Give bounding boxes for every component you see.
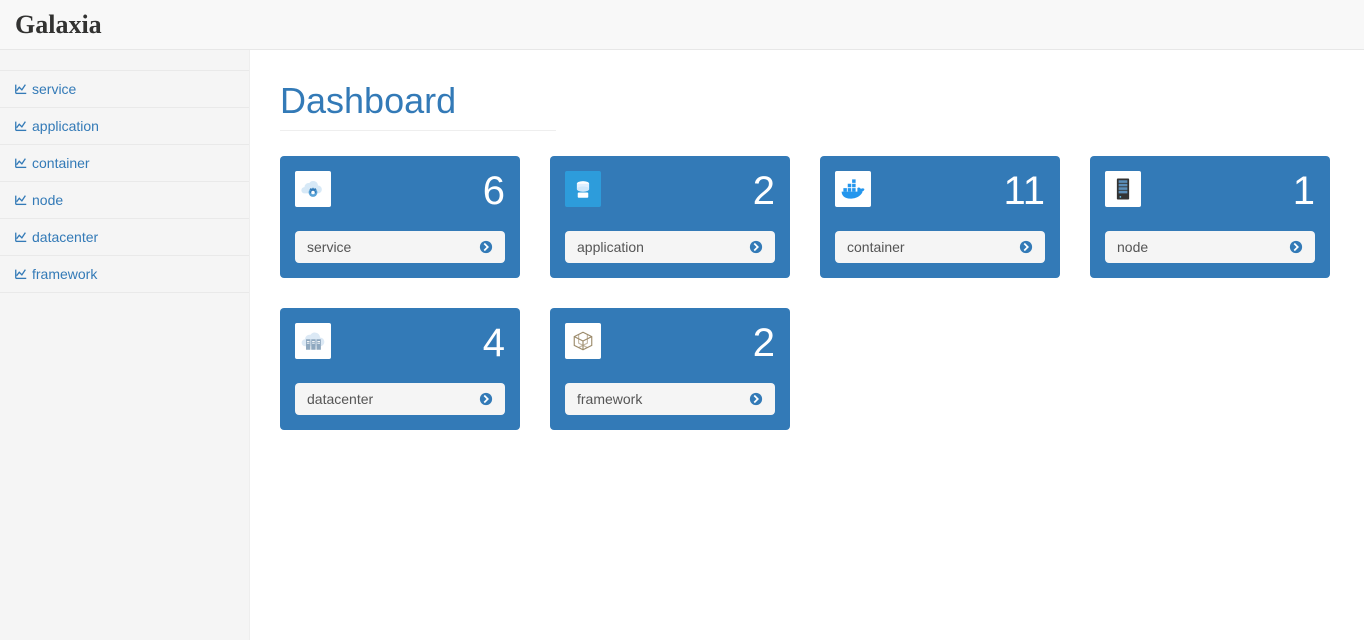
gear-cloud-icon <box>295 171 331 207</box>
card-framework: 2 framework <box>550 308 790 430</box>
arrow-circle-right-icon <box>1019 240 1033 254</box>
page-title: Dashboard <box>280 80 556 131</box>
card-value: 6 <box>483 171 505 211</box>
sidebar-item-container[interactable]: container <box>0 145 249 181</box>
sidebar: service application container <box>0 50 250 640</box>
card-container: 11 container <box>820 156 1060 278</box>
card-node: 1 node <box>1090 156 1330 278</box>
card-value: 1 <box>1293 171 1315 211</box>
card-value: 11 <box>1003 171 1045 211</box>
sidebar-item-label: framework <box>32 266 97 282</box>
line-chart-icon <box>14 119 28 133</box>
arrow-circle-right-icon <box>479 392 493 406</box>
server-icon <box>1105 171 1141 207</box>
arrow-circle-right-icon <box>1289 240 1303 254</box>
container-icon <box>835 171 871 207</box>
top-navbar: Galaxia <box>0 0 1364 50</box>
sidebar-item-label: datacenter <box>32 229 98 245</box>
sidebar-item-framework[interactable]: framework <box>0 256 249 292</box>
brand-title: Galaxia <box>15 10 102 40</box>
card-value: 4 <box>483 323 505 363</box>
card-footer-link[interactable]: application <box>565 231 775 263</box>
line-chart-icon <box>14 193 28 207</box>
line-chart-icon <box>14 156 28 170</box>
arrow-circle-right-icon <box>749 392 763 406</box>
card-footer-link[interactable]: container <box>835 231 1045 263</box>
card-footer-link[interactable]: node <box>1105 231 1315 263</box>
card-label: datacenter <box>307 391 373 407</box>
card-label: node <box>1117 239 1148 255</box>
app-icon <box>565 171 601 207</box>
sidebar-item-datacenter[interactable]: datacenter <box>0 219 249 255</box>
arrow-circle-right-icon <box>749 240 763 254</box>
sidebar-item-application[interactable]: application <box>0 108 249 144</box>
card-value: 2 <box>753 171 775 211</box>
cube-icon <box>565 323 601 359</box>
sidebar-item-service[interactable]: service <box>0 71 249 107</box>
sidebar-item-label: service <box>32 81 76 97</box>
card-service: 6 service <box>280 156 520 278</box>
dashboard-cards: 6 service 2 application <box>280 156 1334 430</box>
line-chart-icon <box>14 267 28 281</box>
sidebar-item-label: application <box>32 118 99 134</box>
card-footer-link[interactable]: service <box>295 231 505 263</box>
card-footer-link[interactable]: datacenter <box>295 383 505 415</box>
card-value: 2 <box>753 323 775 363</box>
card-label: service <box>307 239 351 255</box>
sidebar-item-label: container <box>32 155 90 171</box>
card-label: application <box>577 239 644 255</box>
arrow-circle-right-icon <box>479 240 493 254</box>
main-content: Dashboard 6 service <box>250 50 1364 640</box>
line-chart-icon <box>14 82 28 96</box>
sidebar-item-node[interactable]: node <box>0 182 249 218</box>
card-application: 2 application <box>550 156 790 278</box>
line-chart-icon <box>14 230 28 244</box>
datacenter-icon <box>295 323 331 359</box>
card-label: framework <box>577 391 642 407</box>
card-footer-link[interactable]: framework <box>565 383 775 415</box>
card-label: container <box>847 239 905 255</box>
sidebar-item-label: node <box>32 192 63 208</box>
card-datacenter: 4 datacenter <box>280 308 520 430</box>
